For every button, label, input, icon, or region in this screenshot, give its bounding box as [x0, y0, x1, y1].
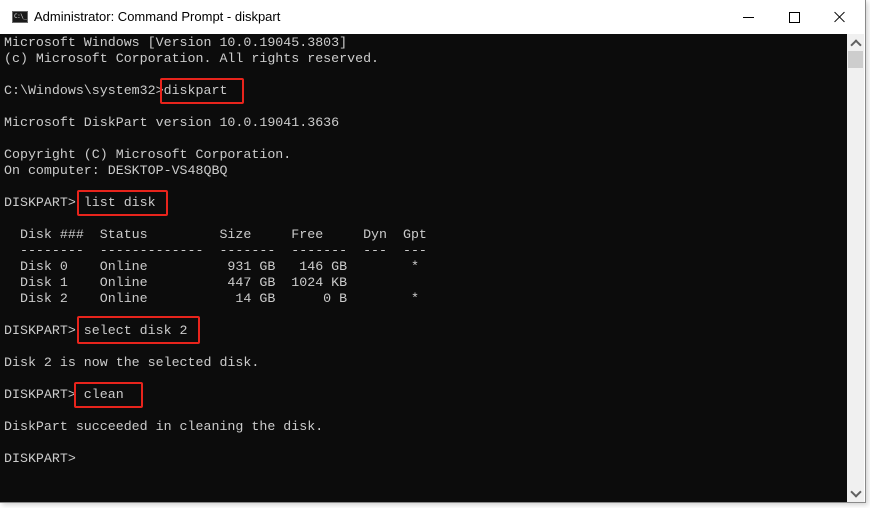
console-line: Microsoft DiskPart version 10.0.19041.36… — [4, 115, 340, 130]
console-line: Disk 2 Online 14 GB 0 B * — [4, 291, 419, 306]
scroll-down-button[interactable] — [847, 485, 864, 502]
console-line: Microsoft Windows [Version 10.0.19045.38… — [4, 35, 348, 50]
scroll-up-button[interactable] — [847, 34, 864, 51]
console-line: On computer: DESKTOP-VS48QBQ — [4, 163, 228, 178]
console-line: Disk 0 Online 931 GB 146 GB * — [4, 259, 419, 274]
console-line: Disk 2 is now the selected disk. — [4, 355, 260, 370]
chevron-down-icon — [849, 485, 862, 498]
console-line: DISKPART> clean — [4, 387, 124, 402]
highlight-select-disk — [77, 316, 200, 344]
minimize-icon — [742, 16, 754, 18]
console-line: DISKPART> — [4, 451, 84, 466]
command-prompt-window: C:\_ Administrator: Command Prompt - dis… — [0, 0, 866, 503]
close-button[interactable] — [817, 0, 863, 34]
scroll-thumb[interactable] — [848, 51, 863, 68]
console-line: DISKPART> select disk 2 — [4, 323, 188, 338]
console-line: (c) Microsoft Corporation. All rights re… — [4, 51, 380, 66]
console-line: DiskPart succeeded in cleaning the disk. — [4, 419, 324, 434]
close-icon — [834, 11, 846, 23]
console-line: -------- ------------- ------- ------- -… — [4, 243, 427, 258]
window-title: Administrator: Command Prompt - diskpart — [34, 9, 281, 24]
title-bar[interactable]: C:\_ Administrator: Command Prompt - dis… — [0, 0, 865, 34]
maximize-icon — [788, 11, 800, 23]
console-line: Disk 1 Online 447 GB 1024 KB — [4, 275, 348, 290]
chevron-up-icon — [849, 38, 862, 51]
highlight-clean — [74, 382, 143, 408]
console-line: DISKPART> list disk — [4, 195, 156, 210]
cmd-icon[interactable]: C:\_ — [12, 11, 28, 23]
minimize-button[interactable] — [725, 0, 771, 34]
console-line: Disk ### Status Size Free Dyn Gpt — [4, 227, 427, 242]
highlight-list-disk — [77, 190, 168, 216]
highlight-diskpart — [160, 78, 244, 104]
vertical-scrollbar[interactable] — [847, 34, 864, 502]
console-line: Copyright (C) Microsoft Corporation. — [4, 147, 292, 162]
cmd-icon-text: C:\_ — [14, 13, 27, 20]
maximize-button[interactable] — [771, 0, 817, 34]
console-area[interactable]: Microsoft Windows [Version 10.0.19045.38… — [0, 34, 847, 502]
